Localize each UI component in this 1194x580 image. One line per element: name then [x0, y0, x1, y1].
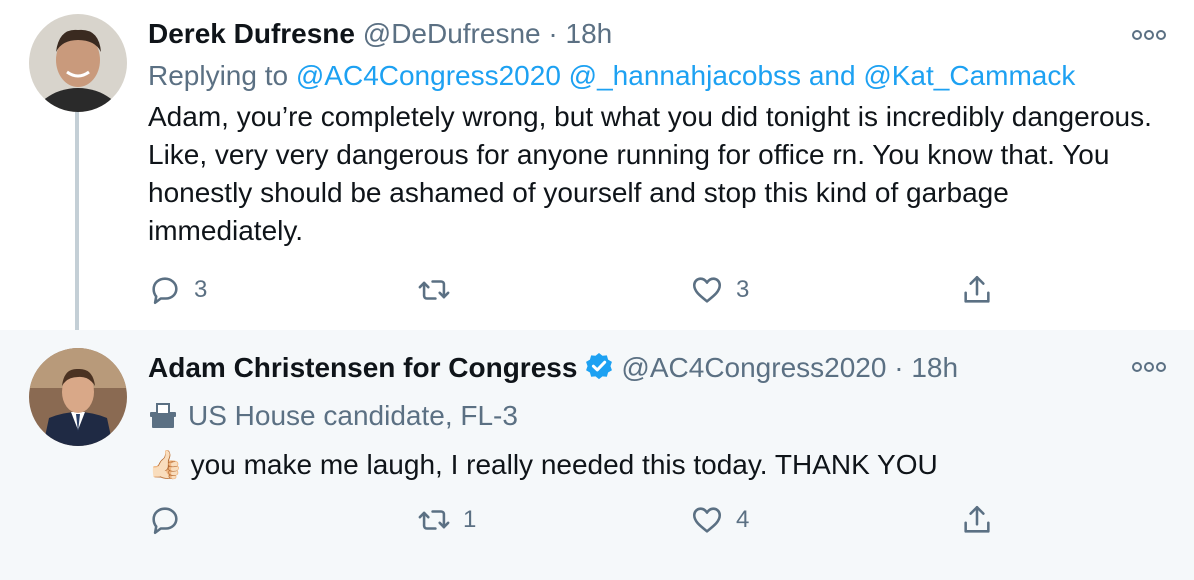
- separator-dot: ·: [894, 352, 904, 383]
- like-count: 4: [736, 506, 750, 533]
- author-handle[interactable]: @AC4Congress2020: [621, 352, 886, 383]
- retweet-button[interactable]: [417, 270, 463, 310]
- retweet-icon: [418, 510, 450, 530]
- avatar-adam[interactable]: [29, 348, 127, 446]
- mention-link[interactable]: @_hannahjacobss: [569, 60, 801, 91]
- retweet-button[interactable]: 1: [417, 500, 476, 540]
- and-text: and: [808, 60, 856, 91]
- replying-to-label: Replying to: [148, 60, 289, 91]
- tweet-time[interactable]: 18h: [566, 18, 613, 49]
- reply-button[interactable]: 3: [148, 270, 207, 310]
- tweet-header: Derek Dufresne @DeDufresne · 18h: [148, 16, 612, 52]
- tweet-adam[interactable]: Adam Christensen for Congress @AC4Congre…: [0, 330, 1194, 580]
- retweet-icon: [418, 280, 450, 300]
- avatar-derek[interactable]: [29, 14, 127, 112]
- mention-link[interactable]: @Kat_Cammack: [863, 60, 1075, 91]
- author-handle[interactable]: @DeDufresne: [363, 18, 541, 49]
- tweet-text: 👍🏻 you make me laugh, I really needed th…: [148, 446, 938, 484]
- like-button[interactable]: 3: [690, 270, 749, 310]
- tweet-actions: 1 4: [0, 500, 1194, 540]
- tweet-time[interactable]: 18h: [911, 352, 958, 383]
- tweet-actions: 3 3: [0, 270, 1194, 310]
- mention-link[interactable]: @AC4Congress2020: [296, 60, 561, 91]
- reply-count: 3: [194, 276, 208, 303]
- thumbs-up-emoji: 👍🏻: [148, 448, 183, 481]
- ballot-box-icon: [150, 403, 176, 428]
- separator-dot: ·: [548, 18, 558, 49]
- reply-icon: [152, 507, 178, 535]
- share-icon: [964, 505, 990, 533]
- bio-line: US House candidate, FL-3: [148, 398, 518, 434]
- author-name[interactable]: Derek Dufresne: [148, 18, 355, 49]
- heart-icon: [692, 507, 722, 533]
- retweet-count: 1: [463, 506, 477, 533]
- tweet-derek[interactable]: Derek Dufresne @DeDufresne · 18h Replyin…: [0, 0, 1194, 330]
- reply-icon: [152, 277, 178, 305]
- tweet-header: Adam Christensen for Congress @AC4Congre…: [148, 350, 958, 386]
- bio-text: US House candidate, FL-3: [188, 400, 518, 431]
- verified-badge-icon: [586, 353, 613, 380]
- tweet-text: Adam, you’re completely wrong, but what …: [148, 101, 1152, 246]
- heart-icon: [692, 277, 722, 303]
- more-options-icon[interactable]: [1132, 360, 1166, 374]
- tweet-text-content: you make me laugh, I really needed this …: [190, 449, 938, 480]
- like-button[interactable]: 4: [690, 500, 749, 540]
- share-button[interactable]: [960, 270, 994, 310]
- replying-to: Replying to @AC4Congress2020 @_hannahjac…: [148, 58, 1075, 94]
- share-icon: [964, 275, 990, 303]
- share-button[interactable]: [960, 500, 994, 540]
- author-name[interactable]: Adam Christensen for Congress: [148, 352, 577, 383]
- like-count: 3: [736, 276, 750, 303]
- more-options-icon[interactable]: [1132, 28, 1166, 42]
- reply-button[interactable]: [148, 500, 194, 540]
